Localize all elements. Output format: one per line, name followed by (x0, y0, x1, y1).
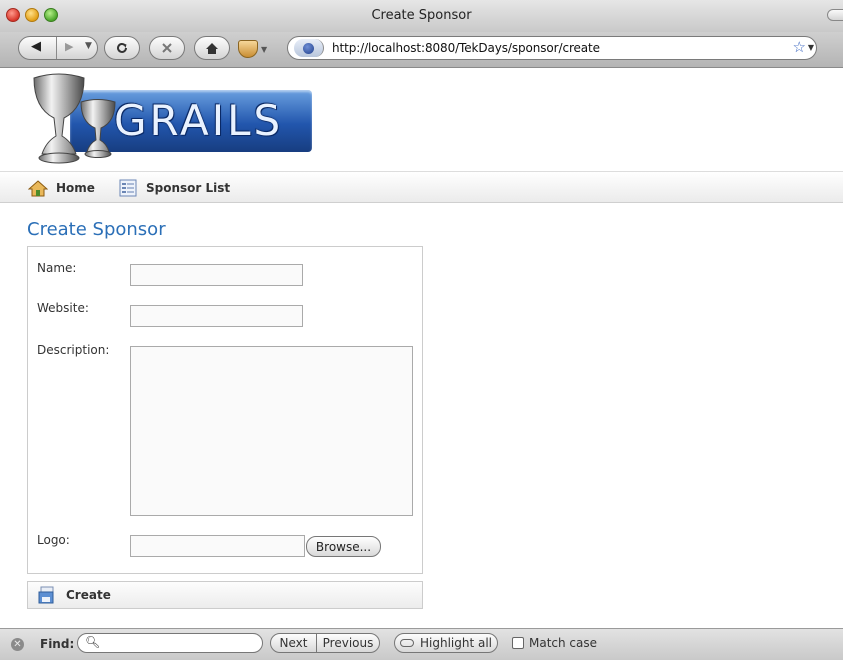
home-icon (206, 42, 218, 54)
page-nav-bar: Home Sponsor List (0, 171, 843, 203)
logo-text: GRAILS (114, 96, 284, 145)
back-forward-divider (56, 37, 57, 59)
small-trophy-cup-icon (80, 99, 116, 158)
history-dropdown-icon[interactable]: ▼ (85, 41, 92, 51)
name-label: Name: (37, 261, 77, 275)
nav-sponsor-list-link[interactable]: Sponsor List (118, 172, 230, 204)
website-label: Website: (37, 301, 89, 315)
coffee-cup-icon (238, 40, 258, 58)
url-dropdown-icon[interactable]: ▼ (808, 43, 814, 52)
back-arrow-icon[interactable]: ◀ (31, 39, 41, 54)
window-title: Create Sponsor (371, 8, 472, 23)
house-icon (28, 180, 48, 197)
name-input[interactable] (130, 264, 303, 286)
site-identity-button[interactable] (294, 39, 324, 57)
find-bar: ✕ Find: 🔍︎ Next Previous Highlight all M… (0, 628, 843, 660)
reload-icon (117, 42, 127, 53)
save-disk-icon[interactable] (38, 586, 56, 604)
description-label: Description: (37, 343, 110, 357)
toolbar-toggle-button[interactable] (827, 9, 843, 21)
bookmark-star-icon[interactable]: ☆ (793, 38, 806, 56)
highlight-icon (399, 639, 414, 647)
navigation-toolbar: ◀ ▶ ▼ ▼ http://localhost:8080/TekDays/sp… (0, 32, 843, 68)
find-previous-button[interactable]: Previous (316, 633, 380, 653)
list-document-icon (119, 179, 137, 197)
site-identity-icon (303, 42, 314, 54)
close-find-bar-button[interactable]: ✕ (11, 638, 24, 651)
chevron-down-icon: ▼ (261, 44, 268, 54)
page-title: Create Sponsor (27, 219, 166, 240)
logo-label: Logo: (37, 533, 70, 547)
url-text[interactable]: http://localhost:8080/TekDays/sponsor/cr… (332, 41, 600, 55)
address-bar[interactable]: http://localhost:8080/TekDays/sponsor/cr… (287, 36, 817, 60)
header-logo-area: GRAILS (0, 68, 843, 171)
match-case-option[interactable]: Match case (512, 636, 597, 650)
logo-file-path-field[interactable] (130, 535, 305, 557)
browser-window: Create Sponsor ◀ ▶ ▼ ▼ http://localhost:… (0, 0, 843, 660)
forward-arrow-icon[interactable]: ▶ (65, 40, 73, 53)
match-case-label: Match case (529, 636, 598, 650)
page-content: GRAILS Home Sponsor List Create Sponsor … (0, 68, 843, 628)
reload-button[interactable] (104, 36, 140, 60)
browse-button[interactable]: Browse... (306, 536, 381, 557)
highlight-all-label: Highlight all (419, 636, 492, 650)
website-input[interactable] (130, 305, 303, 327)
stop-icon (162, 43, 172, 53)
create-button[interactable]: Create (66, 588, 111, 602)
find-input[interactable]: 🔍︎ (77, 633, 263, 653)
back-forward-control: ◀ ▶ ▼ (18, 36, 98, 60)
nav-home-label: Home (56, 181, 95, 195)
nav-home-link[interactable]: Home (28, 172, 95, 204)
sponsor-form: Name: Website: Description: Logo: Browse… (27, 246, 423, 574)
title-bar: Create Sponsor (0, 0, 843, 32)
stop-button[interactable] (149, 36, 185, 60)
magnifier-icon: 🔍︎ (85, 635, 101, 649)
match-case-checkbox[interactable] (512, 637, 524, 649)
persona-menu-button[interactable]: ▼ (238, 37, 268, 61)
form-button-bar: Create (27, 581, 423, 609)
find-next-button[interactable]: Next (270, 633, 317, 653)
nav-sponsor-list-label: Sponsor List (146, 181, 231, 195)
highlight-all-button[interactable]: Highlight all (394, 633, 498, 653)
find-label: Find: (40, 637, 75, 651)
description-textarea[interactable] (130, 346, 413, 516)
home-button[interactable] (194, 36, 230, 60)
